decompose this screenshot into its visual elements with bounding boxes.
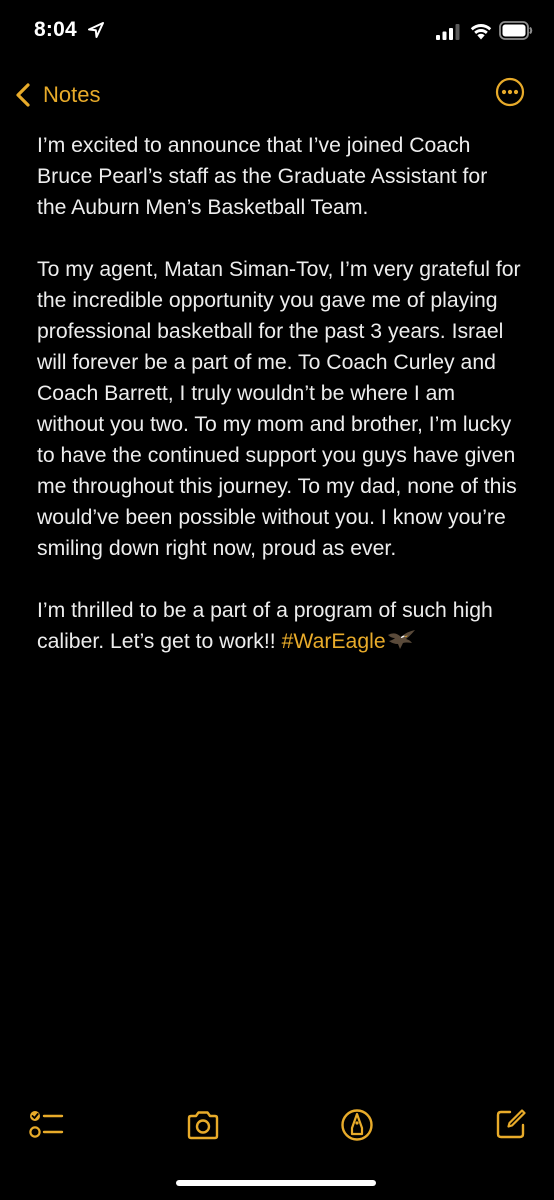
ellipsis-circle-icon[interactable] [495, 77, 525, 107]
note-paragraph: I’m excited to announce that I’ve joined… [37, 134, 488, 219]
back-to-notes-button[interactable]: Notes [14, 78, 100, 112]
camera-icon[interactable] [185, 1108, 221, 1142]
status-bar: 8:04 [0, 0, 554, 66]
location-arrow-icon [88, 22, 104, 38]
compose-icon[interactable] [495, 1108, 527, 1140]
wifi-icon [470, 24, 492, 40]
note-body[interactable]: I’m excited to announce that I’ve joined… [37, 130, 522, 688]
note-closing-text: I’m thrilled to be a part of a program o… [37, 599, 493, 653]
battery-icon [499, 21, 533, 40]
checklist-icon[interactable] [28, 1108, 64, 1142]
hashtag-link[interactable]: #WarEagle [282, 630, 386, 653]
eagle-emoji-icon [387, 630, 415, 649]
home-indicator[interactable] [176, 1180, 376, 1186]
chevron-left-icon [16, 83, 30, 107]
cellular-signal-icon [436, 24, 460, 40]
navigation-bar: Notes [0, 70, 554, 120]
note-paragraph: To my agent, Matan Siman-Tov, I’m very g… [37, 258, 521, 560]
back-button-label: Notes [43, 82, 101, 107]
note-paragraph-closing: I’m thrilled to be a part of a program o… [37, 595, 522, 657]
bottom-toolbar [0, 1100, 554, 1150]
markup-pen-icon[interactable] [340, 1108, 374, 1142]
status-time: 8:04 [34, 18, 77, 41]
